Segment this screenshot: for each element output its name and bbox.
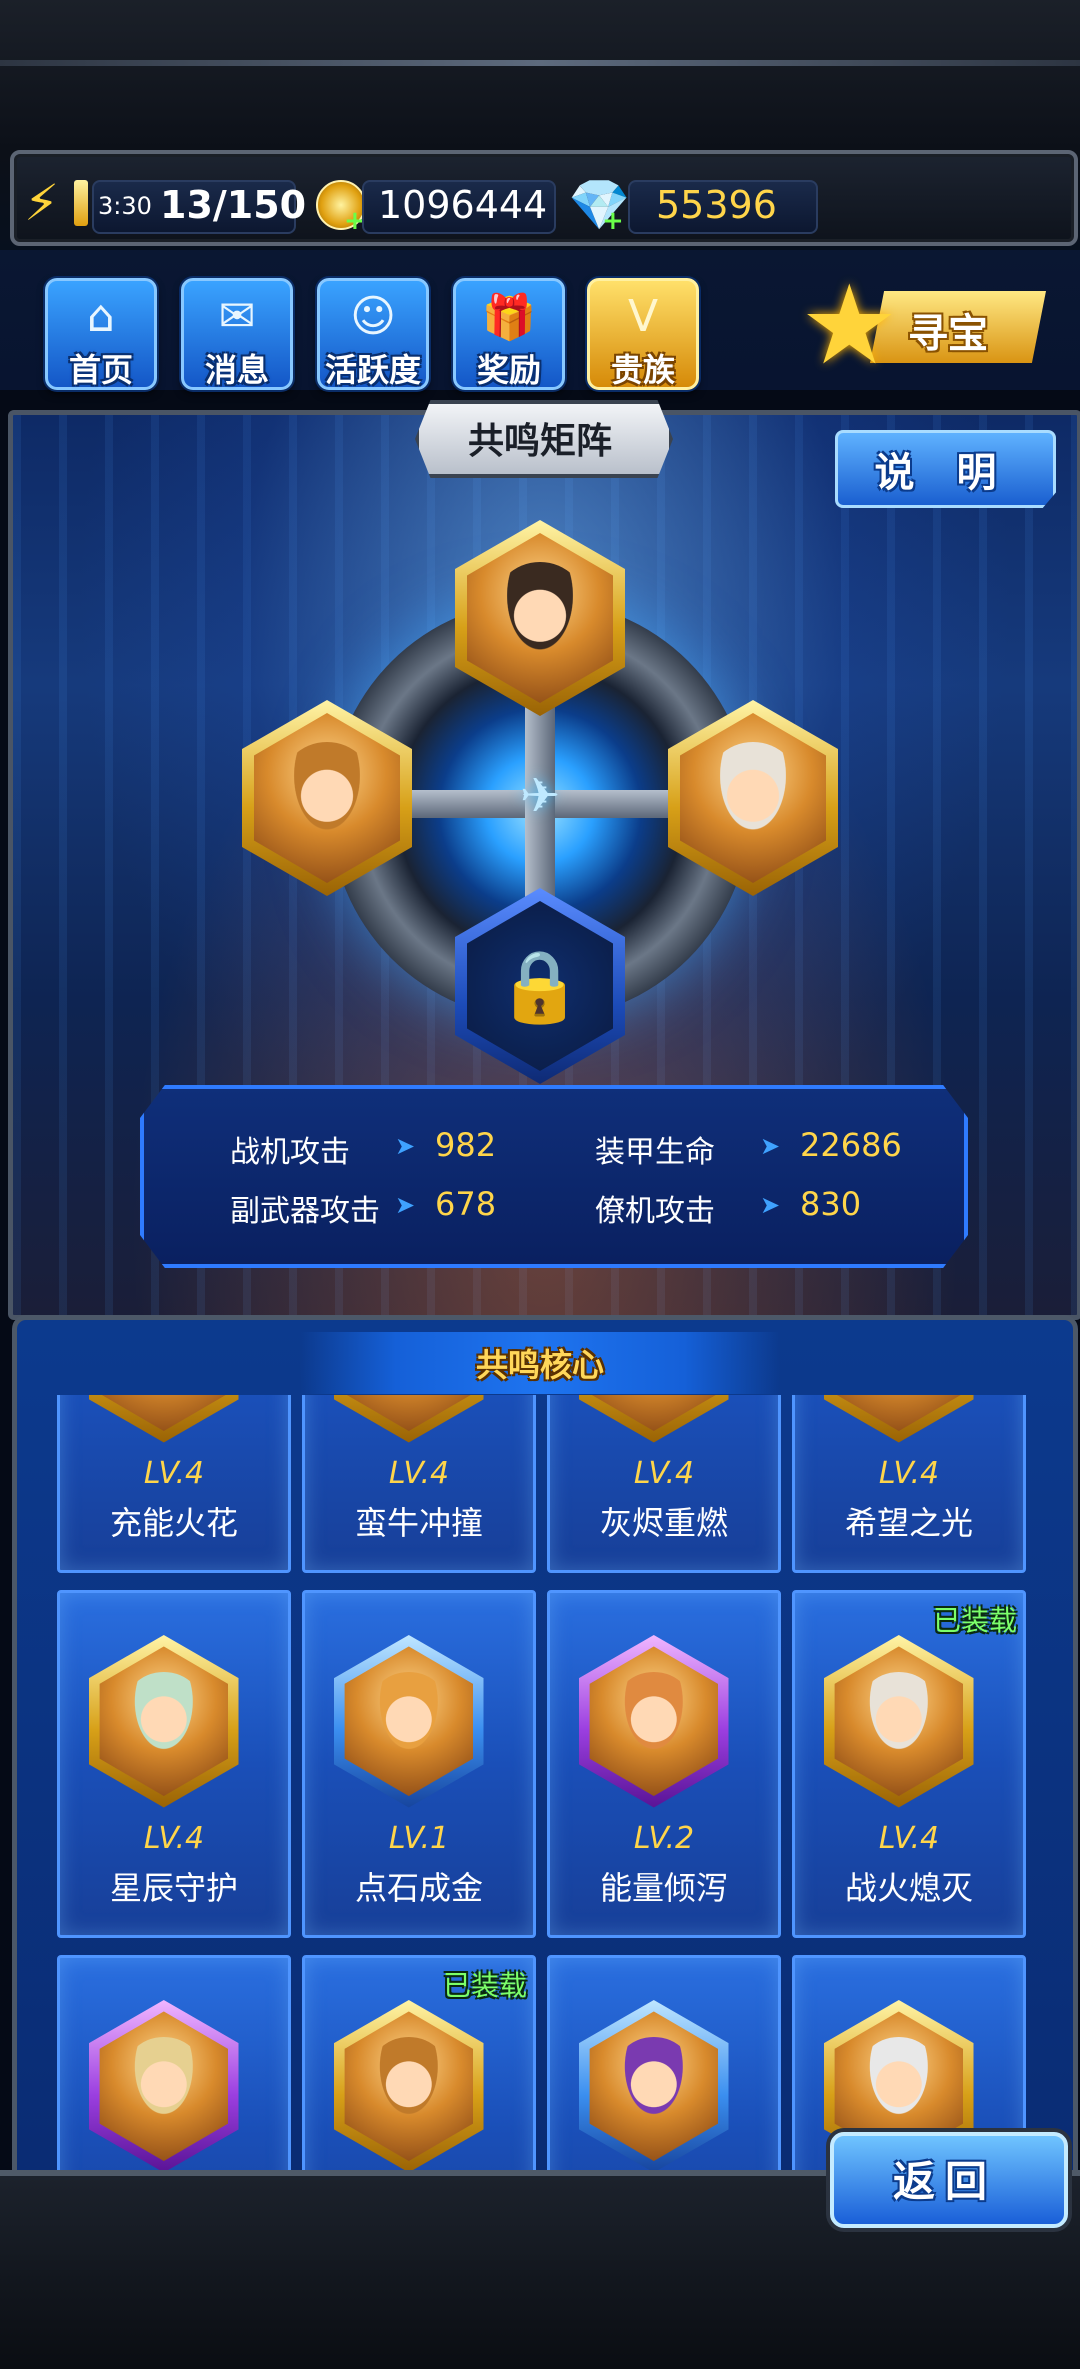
core-emblem-icon: ✈ <box>519 768 561 824</box>
core-card-name: 点石成金 <box>354 1869 483 1907</box>
core-card[interactable]: LV.1 点石成金 <box>302 1590 536 1938</box>
character-portrait <box>121 2036 207 2136</box>
core-title: 共鸣核心 <box>475 1346 604 1384</box>
core-card-level: LV.4 <box>143 1456 205 1491</box>
core-card-level: LV.4 <box>878 1821 940 1856</box>
nav-activity-button[interactable]: ☺ 活跃度 <box>317 278 429 390</box>
core-card-level: LV.1 <box>388 1821 450 1856</box>
character-portrait <box>856 1395 942 1406</box>
character-portrait <box>856 1671 942 1771</box>
core-card[interactable]: LV.4 星辰守护 <box>57 1590 291 1938</box>
stamina-count: 13/150 <box>160 183 307 227</box>
equipped-badge: 已装载 <box>442 1969 527 2002</box>
core-card-name: 灰烬重燃 <box>599 1504 728 1542</box>
core-card-portrait-frame <box>824 1395 974 1443</box>
character-portrait <box>366 1671 452 1771</box>
core-card-grid[interactable]: LV.4 充能火花 LV.4 蛮牛冲撞 LV.4 灰烬重燃 LV.4 希望之光 LV.4 星辰守护… <box>50 1395 1030 2215</box>
character-portrait <box>366 1395 452 1406</box>
core-card-name: 充能火花 <box>109 1504 238 1542</box>
character-portrait <box>856 2036 942 2136</box>
stamina-timer: 3:30 <box>98 192 152 220</box>
core-card-portrait-frame <box>334 2000 484 2173</box>
core-card-name: 蛮牛冲撞 <box>354 1504 483 1542</box>
core-card-level: LV.4 <box>633 1456 695 1491</box>
character-portrait <box>366 2036 452 2136</box>
character-portrait <box>121 1395 207 1406</box>
coin-count: 1096444 <box>378 183 548 227</box>
core-card-portrait-frame <box>334 1635 484 1808</box>
nav-home-label: 首页 <box>68 351 133 389</box>
core-card[interactable]: LV.4 战火熄灭 已装载 <box>792 1590 1026 1938</box>
nav-activity-label: 活跃度 <box>324 351 421 389</box>
core-card-portrait-frame <box>824 1635 974 1808</box>
stat-wingman-attack-label: 僚机攻击 <box>595 1194 715 1229</box>
arrow-icon: ➤ <box>395 1191 416 1219</box>
core-card[interactable]: LV.2 能量倾泻 <box>547 1590 781 1938</box>
mail-icon: ✉ <box>218 291 256 342</box>
core-card-name: 希望之光 <box>844 1504 973 1542</box>
core-card-level: LV.4 <box>878 1456 940 1491</box>
stat-fighter-attack-value: 982 <box>435 1126 497 1164</box>
lock-icon: 🔒 <box>496 944 584 1027</box>
stat-wingman-attack-value: 830 <box>800 1185 862 1223</box>
stamina-gauge-icon <box>74 180 88 226</box>
core-card-portrait-frame <box>89 2000 239 2173</box>
core-card[interactable]: LV.4 希望之光 <box>792 1395 1026 1573</box>
arrow-icon: ➤ <box>760 1132 781 1160</box>
matrix-title: 共鸣矩阵 <box>467 421 612 462</box>
stat-armor-hp-label: 装甲生命 <box>595 1135 715 1170</box>
stat-fighter-attack-label: 战机攻击 <box>230 1135 350 1170</box>
arrow-icon: ➤ <box>395 1132 416 1160</box>
explain-label: 说 明 <box>874 450 1011 496</box>
nav-reward-label: 奖励 <box>476 351 541 389</box>
character-portrait <box>492 562 588 674</box>
core-card[interactable]: LV.4 充能火花 <box>57 1395 291 1573</box>
treasure-label: 寻宝 <box>908 311 988 357</box>
core-card-portrait-frame <box>89 1635 239 1808</box>
treasure-hunt-button[interactable]: ★ 寻宝 <box>800 261 1050 389</box>
stat-sub-weapon-attack-value: 678 <box>435 1185 497 1223</box>
core-card[interactable]: LV.4 灰烬重燃 <box>547 1395 781 1573</box>
stat-armor-hp-value: 22686 <box>800 1126 902 1164</box>
character-portrait <box>279 742 375 854</box>
character-portrait <box>121 1671 207 1771</box>
arrow-icon: ➤ <box>760 1191 781 1219</box>
back-label: 返回 <box>892 2157 997 2206</box>
equipped-badge: 已装载 <box>932 1604 1017 1637</box>
character-portrait <box>705 742 801 854</box>
nav-reward-button[interactable]: 🎁 奖励 <box>453 278 565 390</box>
nav-message-button[interactable]: ✉ 消息 <box>181 278 293 390</box>
core-card-portrait-frame <box>579 2000 729 2173</box>
nav-vip-label: 贵族 <box>610 351 675 389</box>
stats-panel <box>140 1085 968 1268</box>
vip-icon: V <box>627 291 659 342</box>
core-card-name: 战火熄灭 <box>844 1869 973 1907</box>
character-portrait <box>611 2036 697 2136</box>
core-card-portrait-frame <box>334 1395 484 1443</box>
fighter-jet-icon: ★ <box>800 261 899 389</box>
core-card-portrait-frame <box>89 1395 239 1443</box>
character-portrait <box>611 1395 697 1406</box>
core-card[interactable]: LV.4 蛮牛冲撞 <box>302 1395 536 1573</box>
nav-home-button[interactable]: ⌂ 首页 <box>45 278 157 390</box>
core-card-name: 能量倾泻 <box>599 1869 728 1907</box>
nav-message-label: 消息 <box>204 351 269 389</box>
core-card-level: LV.4 <box>388 1456 450 1491</box>
core-card-level: LV.4 <box>143 1821 205 1856</box>
smile-icon: ☺ <box>350 291 396 342</box>
nav-vip-button[interactable]: V 贵族 <box>587 278 699 390</box>
gift-icon: 🎁 <box>481 292 537 343</box>
core-card-portrait-frame <box>579 1635 729 1808</box>
home-icon: ⌂ <box>87 291 115 342</box>
core-card-name: 星辰守护 <box>109 1869 238 1907</box>
stat-sub-weapon-attack-label: 副武器攻击 <box>230 1194 380 1229</box>
diamond-count: 55396 <box>656 183 777 227</box>
character-portrait <box>611 1671 697 1771</box>
core-card-portrait-frame <box>579 1395 729 1443</box>
stamina-lightning-icon[interactable]: ⚡ <box>24 174 59 232</box>
diamond-add-icon[interactable]: + <box>602 206 624 236</box>
core-card-level: LV.2 <box>633 1821 695 1856</box>
